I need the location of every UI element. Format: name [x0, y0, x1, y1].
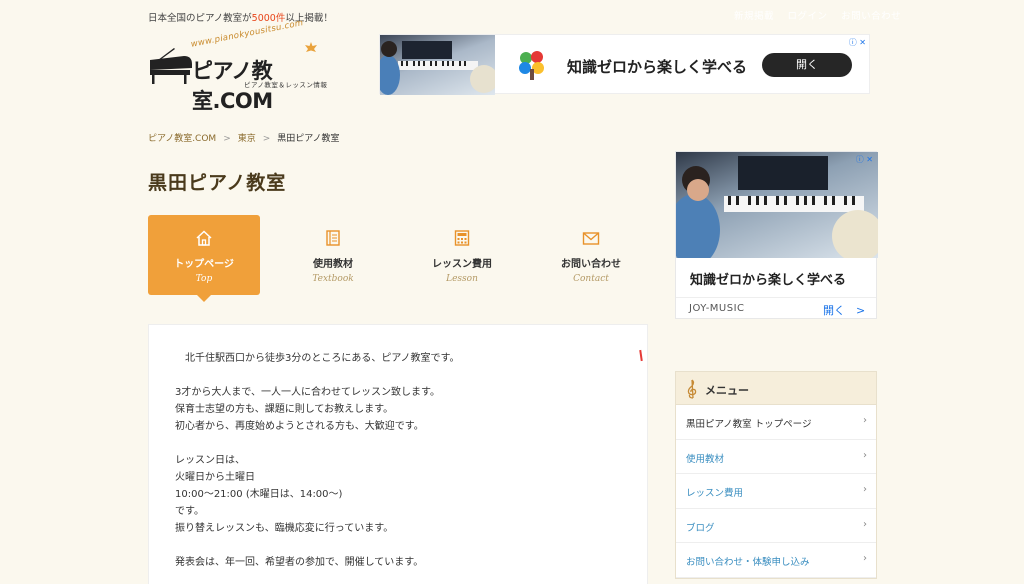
ad-photo — [676, 152, 878, 258]
menu-item-label: お問い合わせ・体験申し込み — [686, 557, 810, 568]
menu-item-lesson-fee[interactable]: レッスン費用 › — [676, 474, 876, 509]
ad-photo — [380, 35, 495, 95]
content-body: 北千住駅西口から徒歩3分のところにある、ピアノ教室です。 3才から大人まで、一人… — [175, 350, 615, 571]
ad-footer: JOY-MUSIC 開く > — [676, 297, 876, 319]
ad-brand: JOY-MUSIC — [689, 303, 745, 314]
mail-icon — [582, 232, 600, 245]
top-links: 新規掲載 ログイン お問い合わせ — [724, 8, 901, 22]
menu-item-contact[interactable]: お問い合わせ・体験申し込み › — [676, 543, 876, 578]
red-mark — [639, 349, 643, 362]
menu-item-label: 使用教材 — [686, 453, 725, 465]
grand-piano-icon — [150, 48, 192, 84]
ad-headline: 知識ゼロから楽しく学べる — [567, 58, 748, 76]
content-line: 保育士志望の方も、課題に則してお教えします。 — [175, 404, 394, 415]
content-line: 北千住駅西口から徒歩3分のところにある、ピアノ教室です。 — [175, 353, 460, 364]
chevron-right-icon: › — [863, 518, 867, 530]
top-link-login[interactable]: ログイン — [788, 11, 828, 22]
book-icon — [326, 230, 340, 246]
tab-contact[interactable]: お問い合わせ Contact — [535, 215, 647, 295]
menu-header: メニュー — [676, 372, 876, 405]
ad-close-icon[interactable]: ⓘ ✕ — [849, 37, 866, 48]
tab-label: 使用教材 — [313, 259, 353, 270]
tab-english-label: Top — [195, 274, 213, 284]
site-logo[interactable]: www.pianokyousitsu.com ピアノ教室.COM ピアノ教室＆レ… — [148, 18, 328, 113]
ad-open-button[interactable]: 開く — [762, 53, 852, 77]
tab-lesson[interactable]: レッスン費用 Lesson — [406, 215, 518, 295]
tab-english-label: Textbook — [312, 274, 354, 284]
menu-item-blog[interactable]: ブログ › — [676, 509, 876, 543]
tab-top[interactable]: トップページ Top — [148, 215, 260, 302]
tab-english-label: Lesson — [446, 274, 478, 284]
tab-label: レッスン費用 — [432, 259, 492, 270]
menu-item-label: レッスン費用 — [686, 488, 744, 499]
treble-clef-icon — [687, 379, 697, 399]
ad-open-link[interactable]: 開く > — [823, 302, 865, 318]
breadcrumb-separator: > — [223, 134, 231, 144]
home-icon — [196, 230, 212, 246]
content-line: レッスン日は、 — [175, 455, 245, 466]
breadcrumb-home[interactable]: ピアノ教室.COM — [148, 134, 216, 144]
content-line: 火曜日から土曜日 — [175, 472, 255, 483]
chevron-right-icon: › — [863, 484, 867, 495]
breadcrumb-separator: > — [262, 134, 271, 144]
top-link-contact[interactable]: お問い合わせ — [841, 11, 901, 22]
chevron-right-icon: › — [863, 449, 867, 461]
menu-title: メニュー — [705, 384, 749, 397]
menu-item-label: 黒田ピアノ教室 トップページ — [686, 419, 812, 430]
main-content: 北千住駅西口から徒歩3分のところにある、ピアノ教室です。 3才から大人まで、一人… — [148, 324, 648, 584]
site-tagline: 日本全国のピアノ教室が5000件以上掲載！ — [148, 10, 333, 24]
ad-brand-tree-icon — [519, 51, 544, 80]
content-line: 10:00〜21:00 (木曜日は、14:00〜) — [175, 489, 343, 500]
calculator-icon — [454, 230, 470, 246]
tab-textbook[interactable]: 使用教材 Textbook — [277, 215, 389, 295]
tab-english-label: Contact — [573, 274, 609, 284]
menu-item-label: ブログ — [686, 522, 715, 534]
content-line: 発表会は、年一回、希望者の参加で、開催しています。 — [175, 557, 424, 568]
top-link-register[interactable]: 新規掲載 — [734, 11, 774, 22]
maple-leaf-icon — [305, 42, 317, 52]
page-title: 黒田ピアノ教室 — [148, 172, 287, 194]
chevron-right-icon: › — [863, 553, 867, 564]
breadcrumb: ピアノ教室.COM > 東京 > 黒田ピアノ教室 — [148, 131, 340, 144]
menu-item-top[interactable]: 黒田ピアノ教室 トップページ › — [676, 405, 876, 440]
content-line: 初心者から、再度始めようとされる方も、大歓迎です。 — [175, 421, 424, 432]
chevron-right-icon: › — [863, 415, 867, 426]
tab-label: トップページ — [174, 259, 234, 270]
side-ad-banner[interactable]: 知識ゼロから楽しく学べる JOY-MUSIC 開く > ⓘ ✕ — [675, 151, 878, 319]
tab-label: お問い合わせ — [561, 259, 621, 270]
logo-subtitle: ピアノ教室＆レッスン情報 — [244, 81, 328, 89]
side-menu: メニュー 黒田ピアノ教室 トップページ › 使用教材 › レッスン費用 › ブロ… — [675, 371, 877, 579]
ad-headline: 知識ゼロから楽しく学べる — [690, 273, 847, 288]
breadcrumb-current: 黒田ピアノ教室 — [277, 134, 340, 144]
top-ad-banner[interactable]: 知識ゼロから楽しく学べる 開く ⓘ ✕ — [379, 34, 870, 95]
ad-close-icon[interactable]: ⓘ ✕ — [856, 154, 873, 165]
menu-item-textbook[interactable]: 使用教材 › — [676, 440, 876, 474]
main-nav: トップページ Top 使用教材 Textbook レッスン費用 Lesson お… — [148, 215, 648, 302]
content-line: 3才から大人まで、一人一人に合わせてレッスン致します。 — [175, 387, 440, 398]
tagline-prefix: 日本全国のピアノ教室が — [148, 13, 252, 24]
content-line: です。 — [175, 506, 204, 517]
breadcrumb-tokyo[interactable]: 東京 — [238, 134, 256, 144]
content-line: 振り替えレッスンも、臨機応変に行っています。 — [175, 523, 394, 534]
